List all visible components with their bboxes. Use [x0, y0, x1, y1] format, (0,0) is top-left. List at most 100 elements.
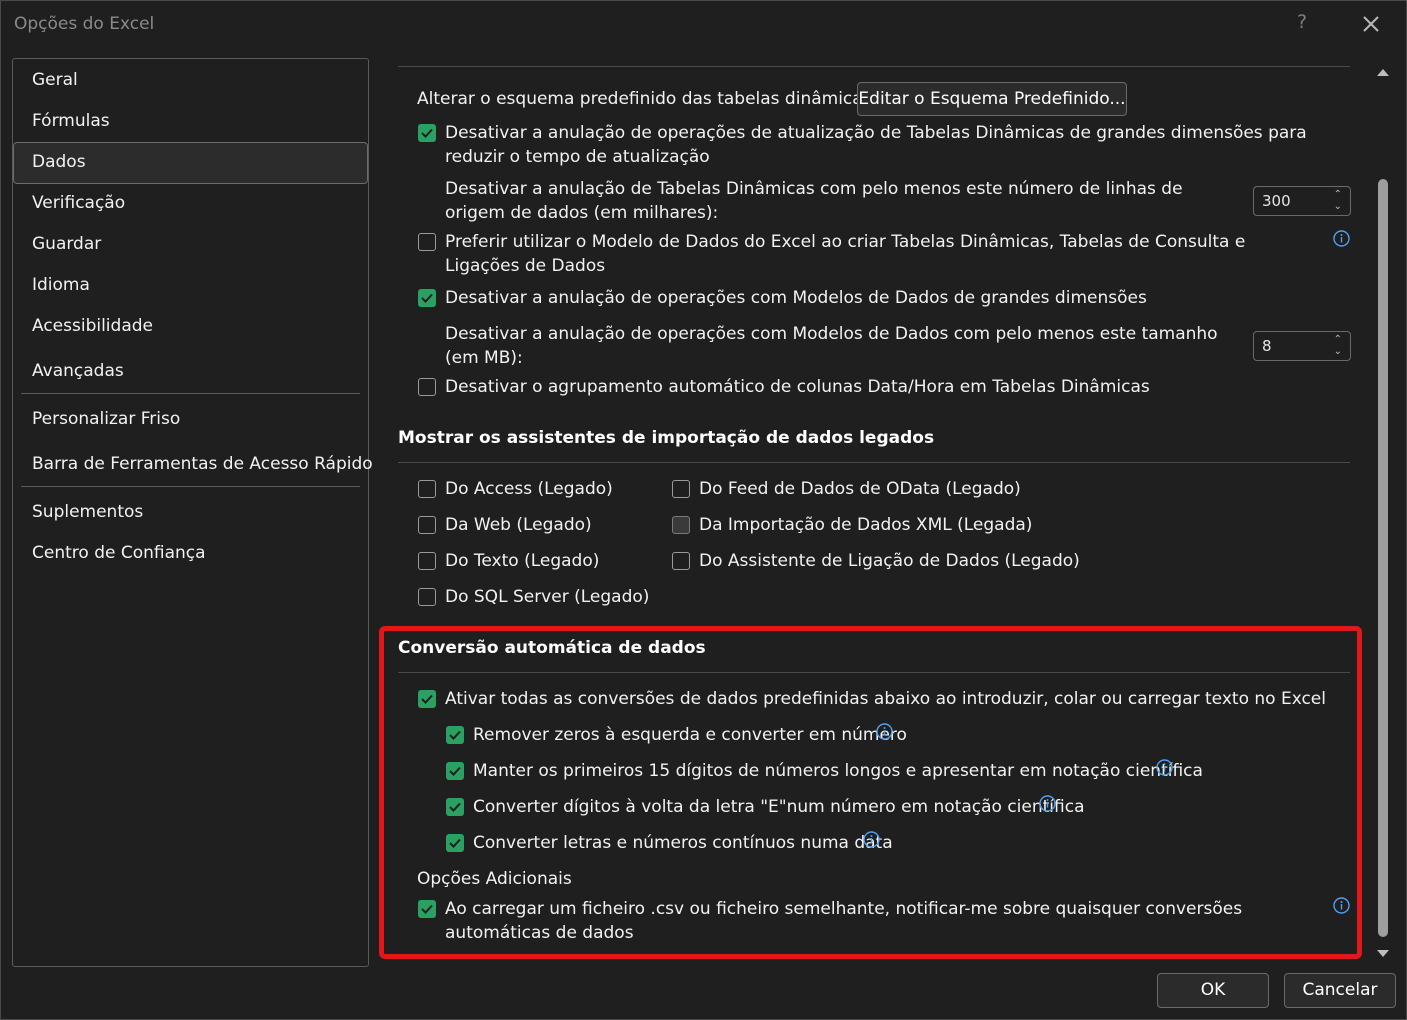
info-icon[interactable] [876, 723, 893, 740]
close-icon [1363, 16, 1379, 32]
vertical-scrollbar[interactable] [1373, 59, 1393, 965]
legacy-odata-checkbox[interactable] [672, 480, 690, 498]
conversion-section-title: Conversão automática de dados [398, 638, 706, 658]
help-icon: ? [1296, 11, 1308, 33]
sidebar-item-centro-confianca[interactable]: Centro de Confiança [13, 533, 368, 573]
scroll-down-icon[interactable] [1375, 947, 1391, 961]
divider [398, 66, 1350, 67]
check-icon [449, 766, 461, 776]
check-icon [449, 730, 461, 740]
info-icon[interactable] [863, 831, 880, 848]
sidebar-item-guardar[interactable]: Guardar [13, 224, 368, 264]
sidebar-item-label: Geral [32, 70, 78, 90]
sidebar-item-label: Dados [32, 152, 86, 172]
disable-undo-rows-label: Desativar a anulação de Tabelas Dinâmica… [445, 179, 1183, 223]
check-icon [421, 694, 433, 704]
info-icon[interactable] [1039, 795, 1056, 812]
letter-e-label: Converter dígitos à volta da letra "E"nu… [473, 797, 1085, 817]
disable-undo-data-model-checkbox[interactable] [418, 289, 436, 307]
check-icon [449, 838, 461, 848]
leading-zeros-label: Remover zeros à esquerda e converter em … [473, 725, 907, 745]
info-icon[interactable] [1156, 759, 1173, 776]
excel-options-dialog: Opções do Excel ? Geral Fórmulas Dados V… [0, 0, 1407, 1020]
convert-to-date-checkbox[interactable] [446, 834, 464, 852]
prefer-data-model-checkbox[interactable] [418, 233, 436, 251]
help-button[interactable]: ? [1290, 11, 1314, 37]
check-icon [421, 904, 433, 914]
check-icon [421, 128, 433, 138]
disable-undo-large-pivot-checkbox[interactable] [418, 124, 436, 142]
additional-options-title: Opções Adicionais [417, 869, 572, 889]
sidebar-item-label: Personalizar Friso [32, 409, 181, 429]
disable-auto-grouping-checkbox[interactable] [418, 378, 436, 396]
sidebar-item-label: Verificação [32, 193, 126, 213]
info-icon[interactable] [1333, 897, 1350, 914]
leading-zeros-checkbox[interactable] [446, 726, 464, 744]
legacy-odata-label: Do Feed de Dados de OData (Legado) [699, 479, 1021, 499]
sidebar-item-label: Centro de Confiança [32, 543, 206, 563]
legacy-section-title: Mostrar os assistentes de importação de … [398, 428, 935, 448]
sidebar-item-formulas[interactable]: Fórmulas [13, 101, 368, 141]
sidebar-item-acessibilidade[interactable]: Acessibilidade [13, 306, 368, 346]
options-content: Alterar o esquema predefinido das tabela… [379, 51, 1369, 966]
sidebar-item-suplementos[interactable]: Suplementos [13, 492, 368, 532]
info-icon[interactable] [1333, 230, 1350, 247]
legacy-access-checkbox[interactable] [418, 480, 436, 498]
undo-rows-value: 300 [1262, 192, 1291, 210]
first-15-digits-label: Manter os primeiros 15 dígitos de número… [473, 761, 1203, 781]
legacy-sql-checkbox[interactable] [418, 588, 436, 606]
sidebar-item-avancadas[interactable]: Avançadas [13, 351, 368, 391]
sidebar-item-label: Guardar [32, 234, 102, 254]
notify-csv-checkbox[interactable] [418, 900, 436, 918]
sidebar-divider [21, 486, 360, 487]
disable-undo-data-model-label: Desativar a anulação de operações com Mo… [445, 288, 1147, 308]
sidebar-item-label: Idioma [32, 275, 90, 295]
spin-up-icon[interactable]: ⌃ [1334, 190, 1342, 200]
disable-undo-large-pivot-label: Desativar a anulação de operações de atu… [445, 123, 1307, 167]
legacy-text-label: Do Texto (Legado) [445, 551, 600, 571]
sidebar-divider [21, 393, 360, 394]
undo-mb-value: 8 [1262, 337, 1272, 355]
scroll-up-icon[interactable] [1375, 65, 1391, 79]
sidebar-item-label: Suplementos [32, 502, 144, 522]
legacy-wizard-label: Do Assistente de Ligação de Dados (Legad… [699, 551, 1080, 571]
legacy-web-checkbox[interactable] [418, 516, 436, 534]
dialog-title: Opções do Excel [14, 14, 155, 34]
convert-to-date-label: Converter letras e números contínuos num… [473, 833, 893, 853]
sidebar-item-verificacao[interactable]: Verificação [13, 183, 368, 223]
default-layout-label: Alterar o esquema predefinido das tabela… [417, 89, 878, 109]
undo-mb-spinner[interactable]: 8 ⌃ ⌄ [1253, 331, 1351, 361]
enable-all-conversions-checkbox[interactable] [418, 690, 436, 708]
sidebar-item-idioma[interactable]: Idioma [13, 265, 368, 305]
legacy-web-label: Da Web (Legado) [445, 515, 592, 535]
prefer-data-model-label: Preferir utilizar o Modelo de Dados do E… [445, 232, 1246, 276]
undo-rows-spinner[interactable]: 300 ⌃ ⌄ [1253, 186, 1351, 216]
spin-down-icon[interactable]: ⌄ [1334, 347, 1342, 357]
sidebar-item-barra-acesso-rapido[interactable]: Barra de Ferramentas de Acesso Rápido [13, 444, 373, 484]
sidebar-item-label: Acessibilidade [32, 316, 153, 336]
divider [398, 672, 1350, 673]
title-bar: Opções do Excel ? [1, 1, 1406, 47]
first-15-digits-checkbox[interactable] [446, 762, 464, 780]
edit-default-layout-button[interactable]: Editar o Esquema Predefinido... [857, 82, 1127, 116]
legacy-wizard-checkbox[interactable] [672, 552, 690, 570]
legacy-text-checkbox[interactable] [418, 552, 436, 570]
cancel-button[interactable]: Cancelar [1284, 973, 1396, 1008]
enable-all-conversions-label: Ativar todas as conversões de dados pred… [445, 689, 1326, 709]
sidebar-item-personalizar-friso[interactable]: Personalizar Friso [13, 399, 368, 439]
sidebar-item-dados[interactable]: Dados [13, 142, 368, 184]
sidebar-nav: Geral Fórmulas Dados Verificação Guardar… [12, 58, 373, 967]
letter-e-checkbox[interactable] [446, 798, 464, 816]
sidebar-item-label: Fórmulas [32, 111, 110, 131]
close-button[interactable] [1357, 9, 1385, 39]
check-icon [421, 293, 433, 303]
sidebar-item-geral[interactable]: Geral [13, 60, 368, 100]
ok-button[interactable]: OK [1157, 973, 1269, 1008]
legacy-xml-checkbox[interactable] [672, 516, 690, 534]
spin-up-icon[interactable]: ⌃ [1334, 335, 1342, 345]
spin-down-icon[interactable]: ⌄ [1334, 202, 1342, 212]
legacy-sql-label: Do SQL Server (Legado) [445, 587, 650, 607]
disable-auto-grouping-label: Desativar o agrupamento automático de co… [445, 377, 1150, 397]
scrollbar-thumb[interactable] [1378, 179, 1388, 937]
legacy-xml-label: Da Importação de Dados XML (Legada) [699, 515, 1033, 535]
